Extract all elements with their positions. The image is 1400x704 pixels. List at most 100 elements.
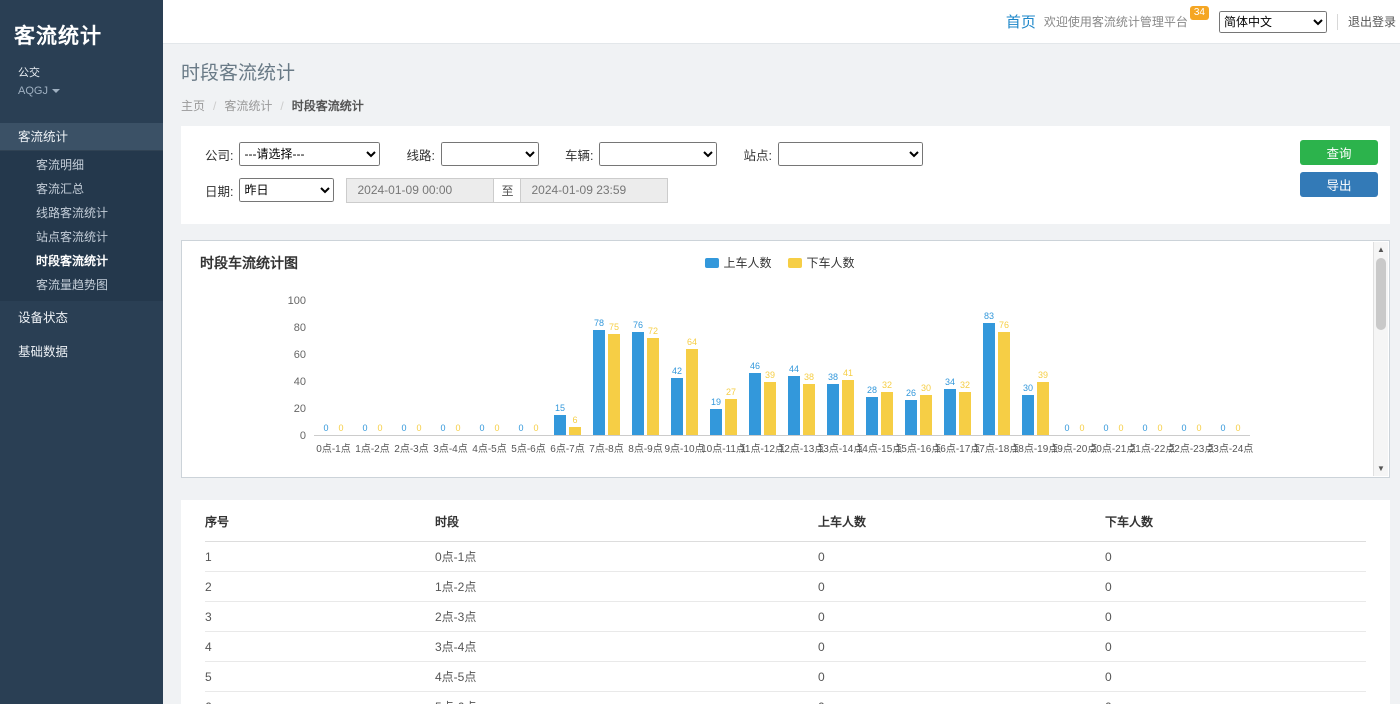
bar-value-label: 39 <box>765 370 775 380</box>
org-code-dropdown[interactable]: AQGJ <box>18 85 60 97</box>
bar-value-label: 46 <box>750 361 760 371</box>
vehicle-select[interactable] <box>599 142 717 166</box>
bar-group: 42649点-10点 <box>665 301 704 435</box>
x-axis-label: 1点-2点 <box>355 440 389 455</box>
bar-value-label: 0 <box>479 423 484 433</box>
bar-group: 76728点-9点 <box>626 301 665 435</box>
legend-item[interactable]: 下车人数 <box>788 254 855 271</box>
breadcrumb-separator <box>213 99 216 113</box>
bar-group: 78757点-8点 <box>587 301 626 435</box>
bar <box>593 330 605 435</box>
breadcrumb-home[interactable]: 主页 <box>181 97 205 114</box>
legend-label: 下车人数 <box>807 254 855 271</box>
bar-group: 837617点-18点 <box>977 301 1016 435</box>
bar-value-label: 28 <box>867 385 877 395</box>
sidebar-menu: 客流统计 客流明细 客流汇总 线路客流统计 站点客流统计 时段客流统计 客流量趋… <box>0 123 163 369</box>
bar-value-label: 0 <box>455 423 460 433</box>
org-name: 公交 <box>18 64 163 80</box>
breadcrumb-separator <box>280 99 283 113</box>
notification-badge[interactable]: 34 <box>1190 6 1209 20</box>
table-cell: 3点-4点 <box>435 632 818 662</box>
sidebar-item-station-stats[interactable]: 站点客流统计 <box>0 225 163 249</box>
table-cell: 3 <box>205 602 435 632</box>
query-button[interactable]: 查询 <box>1300 140 1378 165</box>
table-row: 32点-3点00 <box>205 602 1366 632</box>
sidebar-item-trend-chart[interactable]: 客流量趋势图 <box>0 273 163 297</box>
table-cell: 0点-1点 <box>435 542 818 572</box>
date-end-input[interactable] <box>520 178 668 203</box>
y-tick-label: 60 <box>294 349 306 361</box>
x-axis-label: 2点-3点 <box>394 440 428 455</box>
bar-group: 0022点-23点 <box>1172 301 1211 435</box>
table-cell: 0 <box>1105 542 1366 572</box>
home-link[interactable]: 首页 <box>1006 11 1036 32</box>
header-alight-count: 下车人数 <box>1105 500 1366 542</box>
bar <box>749 373 761 435</box>
bar <box>866 397 878 435</box>
scrollbar-thumb[interactable] <box>1376 258 1386 330</box>
bar-value-label: 0 <box>1235 423 1240 433</box>
bar-value-label: 32 <box>882 380 892 390</box>
bar-value-label: 0 <box>1220 423 1225 433</box>
table-row: 43点-4点00 <box>205 632 1366 662</box>
bar-group: 005点-6点 <box>509 301 548 435</box>
bar <box>803 384 815 435</box>
table-cell: 5 <box>205 662 435 692</box>
org-code-label: AQGJ <box>18 85 48 97</box>
x-axis-label: 9点-10点 <box>664 440 704 455</box>
date-label: 日期: <box>205 181 233 200</box>
breadcrumb-passenger-stats[interactable]: 客流统计 <box>224 97 272 114</box>
table-cell: 1点-2点 <box>435 572 818 602</box>
date-preset-select[interactable]: 昨日 <box>239 178 334 202</box>
bar-value-label: 44 <box>789 364 799 374</box>
bar-value-label: 75 <box>609 322 619 332</box>
date-start-input[interactable] <box>346 178 494 203</box>
sidebar-item-passenger-detail[interactable]: 客流明细 <box>0 153 163 177</box>
sidebar-item-period-stats[interactable]: 时段客流统计 <box>0 249 163 273</box>
station-select[interactable] <box>778 142 923 166</box>
bar-group: 283214点-15点 <box>860 301 899 435</box>
sidebar-item-line-stats[interactable]: 线路客流统计 <box>0 201 163 225</box>
org-block: 公交 AQGJ <box>0 54 163 97</box>
company-select[interactable]: ---请选择--- <box>239 142 380 166</box>
logout-link[interactable]: 退出登录 <box>1348 13 1396 30</box>
scrollbar-down-arrow-icon[interactable] <box>1374 461 1388 476</box>
sidebar-item-passenger-summary[interactable]: 客流汇总 <box>0 177 163 201</box>
x-axis-label: 0点-1点 <box>316 440 350 455</box>
line-select[interactable] <box>441 142 539 166</box>
sidebar-section-device-status[interactable]: 设备状态 <box>0 301 163 335</box>
scrollbar-up-arrow-icon[interactable] <box>1374 242 1388 257</box>
filter-row-1: 公司: ---请选择--- 线路: 车辆: 站点: <box>205 140 1390 168</box>
bar-value-label: 0 <box>416 423 421 433</box>
table-cell: 2点-3点 <box>435 602 818 632</box>
bar <box>764 382 776 435</box>
legend-item[interactable]: 上车人数 <box>704 254 771 271</box>
bar <box>959 392 971 435</box>
bar-value-label: 32 <box>960 380 970 390</box>
bar-value-label: 0 <box>533 423 538 433</box>
bar <box>554 415 566 435</box>
station-label: 站点: <box>743 145 771 164</box>
export-button[interactable]: 导出 <box>1300 172 1378 197</box>
bar-value-label: 0 <box>1157 423 1162 433</box>
bar-value-label: 38 <box>828 372 838 382</box>
language-select[interactable]: 简体中文 <box>1219 11 1327 33</box>
bar-value-label: 0 <box>518 423 523 433</box>
chart-scrollbar[interactable] <box>1373 242 1388 476</box>
sidebar-section-base-data[interactable]: 基础数据 <box>0 335 163 369</box>
data-table: 序号 时段 上车人数 下车人数 10点-1点0021点-2点0032点-3点00… <box>205 500 1366 704</box>
table-header-row: 序号 时段 上车人数 下车人数 <box>205 500 1366 542</box>
bar-group: 0019点-20点 <box>1055 301 1094 435</box>
table-row: 10点-1点00 <box>205 542 1366 572</box>
bar-value-label: 72 <box>648 326 658 336</box>
page-title: 时段客流统计 <box>181 58 1400 85</box>
bar-value-label: 42 <box>672 366 682 376</box>
bar-group: 0021点-22点 <box>1133 301 1172 435</box>
chart-legend: 上车人数 下车人数 <box>704 254 854 271</box>
topbar: 首页 欢迎使用客流统计管理平台 34 简体中文 退出登录 <box>163 0 1400 44</box>
bar <box>842 380 854 435</box>
chart-plot: 000点-1点001点-2点002点-3点003点-4点004点-5点005点-… <box>314 301 1250 436</box>
bar <box>827 384 839 435</box>
sidebar-section-passenger-stats[interactable]: 客流统计 <box>0 123 163 151</box>
bar-value-label: 34 <box>945 377 955 387</box>
